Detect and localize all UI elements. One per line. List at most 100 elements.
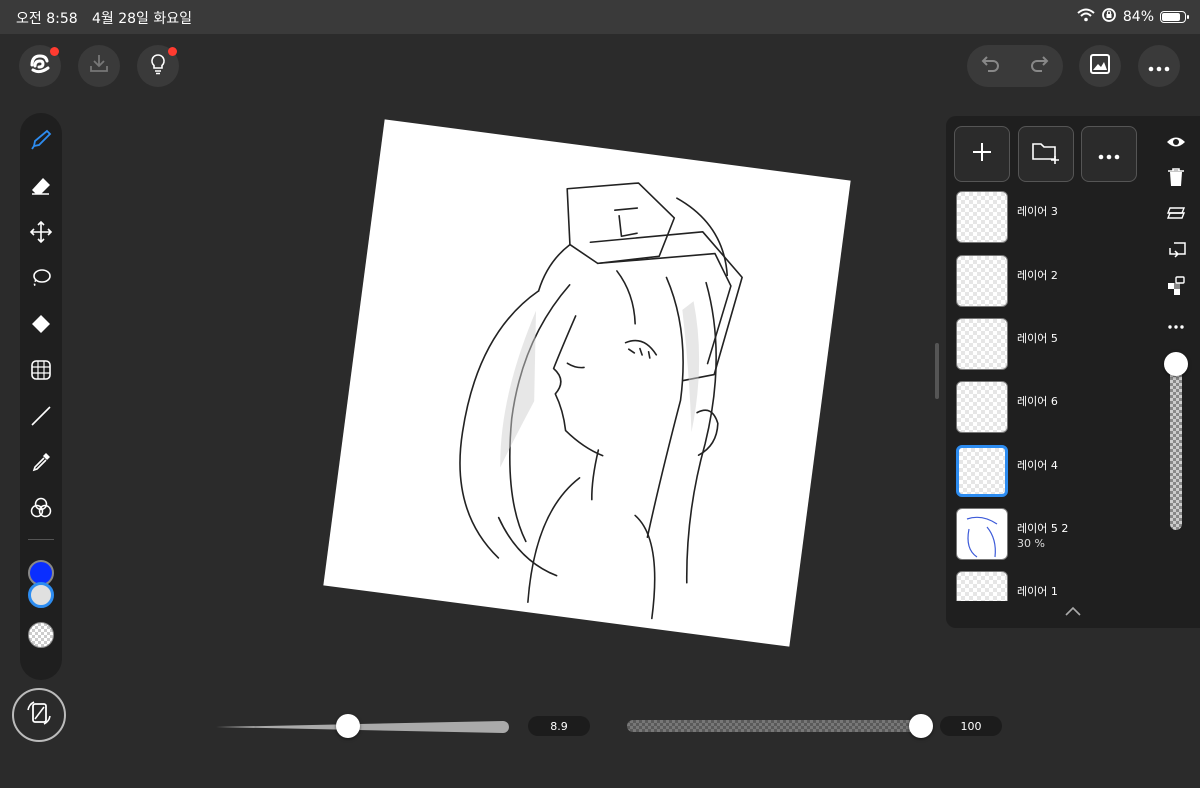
drawing-app-screen: 오전 8:58 4월 28일 화요일 84% 레이어 3 레이어 2 레이어 5… [0, 0, 1200, 788]
battery-percent: 84% [1122, 9, 1154, 25]
tool-transform[interactable] [20, 349, 62, 395]
battery-icon [1160, 11, 1189, 23]
layer-name: 레이어 5 2 [1017, 522, 1069, 535]
status-time: 오전 8:58 [16, 11, 78, 27]
more-menu-button[interactable] [1138, 45, 1180, 87]
eraser-icon [29, 174, 53, 202]
tool-eraser[interactable] [20, 165, 62, 211]
status-bar: 오전 8:58 4월 28일 화요일 84% [0, 0, 1200, 34]
tool-move[interactable] [20, 211, 62, 257]
export-button[interactable] [78, 45, 120, 87]
layer-item[interactable]: 레이어 1 [956, 571, 1136, 601]
layer-thumbnail [956, 508, 1008, 560]
merge-layer-button[interactable] [1160, 197, 1192, 233]
layer-thumbnail [956, 571, 1008, 601]
transparent-color-swatch[interactable] [28, 622, 54, 648]
layer-name: 레이어 2 [1017, 269, 1058, 282]
rotate-device-icon [22, 696, 56, 734]
eye-icon [1166, 134, 1186, 153]
layer-item-selected[interactable]: 레이어 4 [956, 445, 1136, 503]
tips-button[interactable] [137, 45, 179, 87]
layer-thumbnail [956, 191, 1008, 243]
lasso-icon [29, 266, 53, 294]
layer-thumbnail [956, 381, 1008, 433]
wifi-icon [1077, 8, 1095, 26]
tool-pen[interactable] [20, 119, 62, 165]
collapse-chevron-icon[interactable] [1064, 602, 1082, 621]
toggle-visibility-button[interactable] [1160, 125, 1192, 161]
add-layer-button[interactable] [954, 126, 1010, 182]
eyedropper-icon [29, 450, 53, 478]
clipping-button[interactable] [1160, 233, 1192, 269]
brush-size-value: 8.9 [528, 716, 590, 736]
tool-bar [20, 113, 62, 680]
alpha-lock-icon [1166, 275, 1186, 299]
layer-actions [1160, 125, 1192, 341]
transform-icon [29, 358, 53, 386]
app-logo-icon [27, 51, 53, 81]
layer-menu-button[interactable] [1081, 126, 1137, 182]
layer-more-button[interactable] [1160, 305, 1192, 341]
layer-name: 레이어 5 [1017, 332, 1058, 345]
panel-resize-handle[interactable] [935, 343, 939, 399]
fill-bucket-icon [29, 312, 53, 340]
trash-icon [1167, 167, 1185, 191]
more-icon [1147, 57, 1171, 76]
undo-icon[interactable] [979, 52, 1003, 80]
folder-add-icon [1031, 139, 1061, 169]
layer-item[interactable]: 레이어 6 [956, 381, 1136, 439]
delete-layer-button[interactable] [1160, 161, 1192, 197]
layer-opacity: 30 % [1017, 537, 1045, 550]
layer-thumbnail [956, 445, 1008, 497]
layer-name: 레이어 3 [1017, 205, 1058, 218]
layer-name: 레이어 6 [1017, 395, 1058, 408]
layer-name: 레이어 1 [1017, 585, 1058, 598]
line-icon [29, 404, 53, 432]
tips-bulb-icon [146, 52, 170, 80]
tool-eyedropper[interactable] [20, 441, 62, 487]
undo-redo-group [967, 45, 1063, 87]
device-mode-button[interactable] [12, 688, 66, 742]
redo-icon[interactable] [1027, 52, 1051, 80]
tool-lasso[interactable] [20, 257, 62, 303]
alpha-lock-button[interactable] [1160, 269, 1192, 305]
layer-opacity-slider[interactable] [1170, 362, 1182, 530]
tool-line[interactable] [20, 395, 62, 441]
layer-item[interactable]: 레이어 2 [956, 255, 1136, 313]
tool-fill[interactable] [20, 303, 62, 349]
app-menu-button[interactable] [19, 45, 61, 87]
layer-item[interactable]: 레이어 3 [956, 191, 1136, 249]
notification-dot [168, 47, 177, 56]
layer-thumbnail [956, 318, 1008, 370]
clipping-icon [1166, 240, 1186, 262]
drawing-canvas[interactable] [323, 119, 851, 647]
tool-color-mixer[interactable] [20, 487, 62, 533]
battery-fill [1162, 13, 1180, 21]
brush-opacity-knob[interactable] [909, 714, 933, 738]
brush-opacity-value: 100 [940, 716, 1002, 736]
layer-item[interactable]: 레이어 5 [956, 318, 1136, 376]
artwork-sketch [459, 182, 743, 620]
status-right: 84% [1077, 7, 1189, 27]
layer-name: 레이어 4 [1017, 459, 1058, 472]
notification-dot [50, 47, 59, 56]
move-icon [29, 220, 53, 248]
orientation-lock-icon [1101, 7, 1117, 27]
brush-opacity-slider[interactable] [627, 720, 927, 732]
download-icon [87, 52, 111, 80]
brush-size-knob[interactable] [336, 714, 361, 738]
more-dots-icon [1167, 314, 1185, 333]
layer-item[interactable]: 레이어 5 2 30 % [956, 508, 1136, 566]
color-mixer-icon [29, 496, 53, 524]
brush-size-slider[interactable] [216, 719, 510, 733]
secondary-color-swatch[interactable] [28, 582, 54, 608]
add-folder-button[interactable] [1018, 126, 1074, 182]
status-date: 4월 28일 화요일 [92, 11, 193, 27]
gallery-button[interactable] [1079, 45, 1121, 87]
gallery-icon [1089, 53, 1111, 79]
merge-layers-icon [1166, 204, 1186, 226]
layer-thumbnail [956, 255, 1008, 307]
layer-opacity-knob[interactable] [1164, 352, 1188, 376]
more-icon [1097, 145, 1121, 164]
toolbar-divider [28, 539, 54, 540]
